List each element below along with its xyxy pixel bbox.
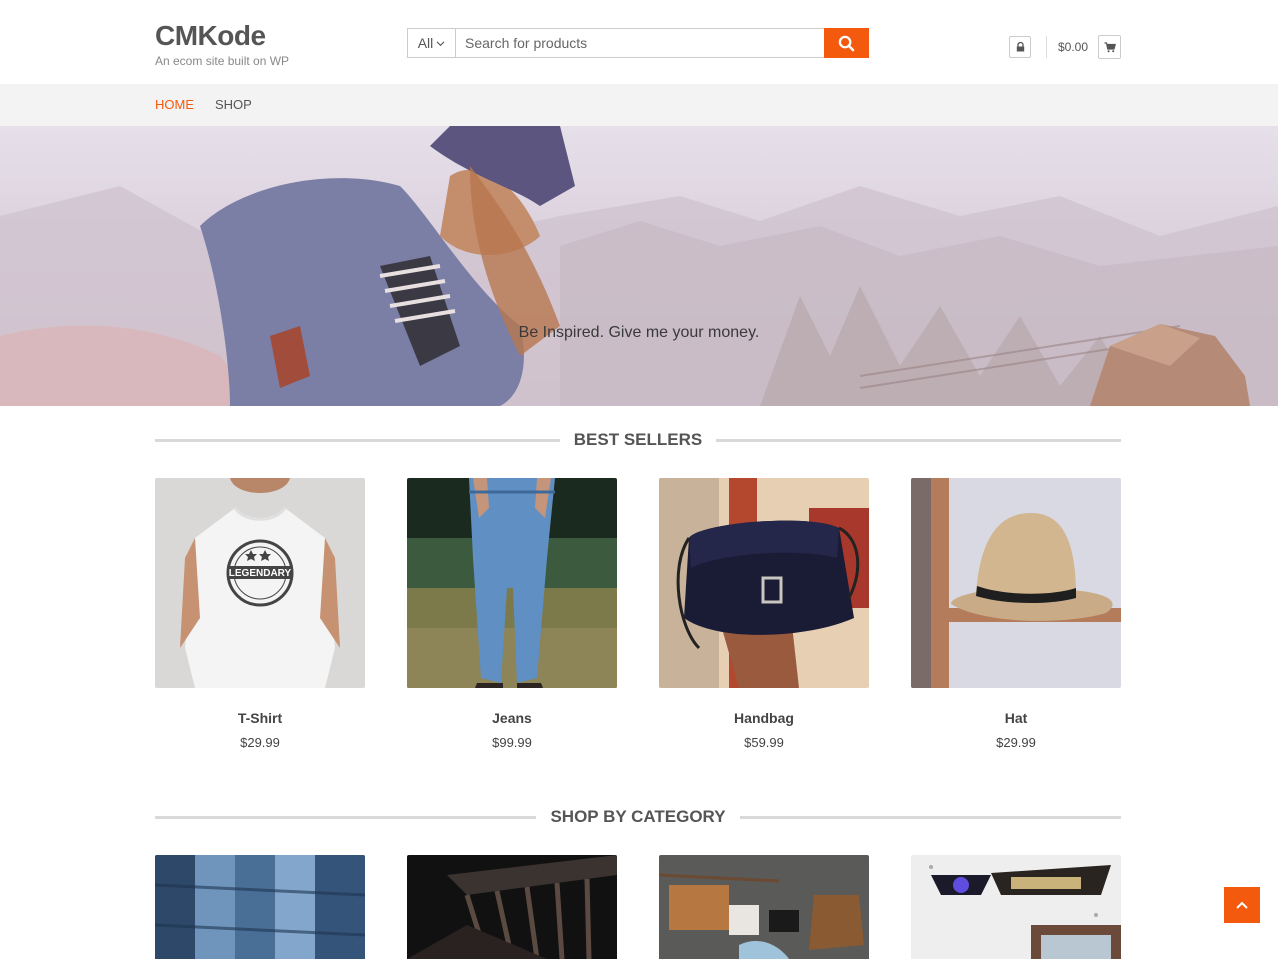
- product-card[interactable]: Jeans $99.99: [407, 478, 617, 750]
- product-price: $29.99: [240, 735, 280, 750]
- account-button[interactable]: [1009, 36, 1031, 58]
- back-to-top-button[interactable]: [1224, 887, 1260, 923]
- heading-rule-right: [716, 438, 1121, 442]
- product-name[interactable]: Hat: [911, 710, 1121, 726]
- cart-icon: [1104, 41, 1116, 52]
- product-card[interactable]: Handbag $59.99: [659, 478, 869, 750]
- product-image-hat[interactable]: [911, 478, 1121, 688]
- site-title[interactable]: CMKode: [155, 20, 266, 52]
- product-name[interactable]: T-Shirt: [155, 710, 365, 726]
- product-image-handbag[interactable]: [659, 478, 869, 688]
- heading-rule-left: [155, 815, 537, 819]
- product-card[interactable]: Hat $29.99: [911, 478, 1121, 750]
- hero-tagline: Be Inspired. Give me your money.: [518, 324, 760, 341]
- shop-by-category-title: SHOP BY CATEGORY: [550, 807, 726, 826]
- site-description: An ecom site built on WP: [155, 54, 290, 68]
- product-card[interactable]: LEGENDARY T-Shirt $29.99: [155, 478, 365, 750]
- cart-button[interactable]: [1098, 35, 1121, 59]
- category-tile-accessories[interactable]: [659, 855, 869, 959]
- nav-item-shop[interactable]: SHOP: [215, 97, 252, 112]
- product-price: $59.99: [744, 735, 784, 750]
- category-tile-home[interactable]: [911, 855, 1121, 959]
- search-category-select[interactable]: All: [408, 29, 456, 57]
- svg-text:LEGENDARY: LEGENDARY: [229, 568, 292, 579]
- site-header: CMKode An ecom site built on WP All $0.0…: [0, 0, 1278, 84]
- nav-item-home[interactable]: HOME: [155, 97, 194, 112]
- product-image-tshirt[interactable]: LEGENDARY: [155, 478, 365, 688]
- product-price: $99.99: [492, 735, 532, 750]
- category-tile-jeans[interactable]: [155, 855, 365, 959]
- product-image-jeans[interactable]: [407, 478, 617, 688]
- product-price: $29.99: [996, 735, 1036, 750]
- heading-rule-right: [739, 815, 1122, 819]
- search-input[interactable]: [456, 29, 824, 57]
- best-sellers-title: BEST SELLERS: [573, 430, 703, 449]
- product-name[interactable]: Handbag: [659, 710, 869, 726]
- hero-image: [0, 126, 1278, 406]
- product-name[interactable]: Jeans: [407, 710, 617, 726]
- product-search: All: [407, 28, 869, 58]
- cart-total[interactable]: $0.00: [1058, 40, 1088, 54]
- hero-banner: Be Inspired. Give me your money.: [0, 126, 1278, 406]
- search-button[interactable]: [824, 28, 869, 58]
- search-icon: [838, 35, 855, 51]
- chevron-down-icon: [436, 40, 445, 46]
- main-navigation: HOME SHOP: [0, 84, 1278, 126]
- best-sellers-heading: BEST SELLERS: [155, 428, 1121, 452]
- shop-by-category-heading: SHOP BY CATEGORY: [155, 805, 1122, 829]
- lock-icon: [1016, 42, 1024, 52]
- search-category-label: All: [417, 35, 434, 51]
- chevron-up-icon: [1236, 901, 1248, 909]
- heading-rule-left: [155, 438, 560, 442]
- category-tile-clothing[interactable]: [407, 855, 617, 959]
- header-divider: [1046, 36, 1047, 58]
